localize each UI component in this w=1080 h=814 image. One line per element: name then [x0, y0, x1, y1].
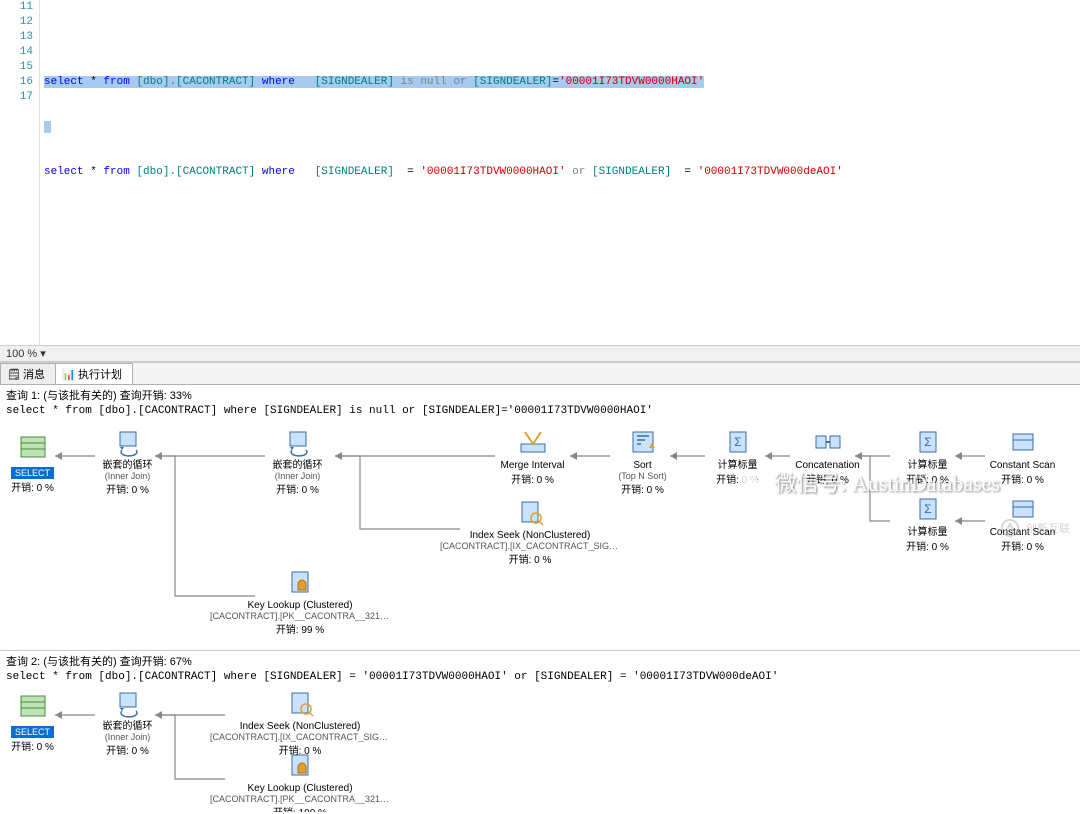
loop-icon	[112, 687, 144, 719]
key-lookup-icon	[284, 749, 316, 781]
watermark-icon	[1000, 518, 1020, 538]
plan-node-nested-loops-1[interactable]: 嵌套的循环(Inner Join)开销: 0 %	[80, 426, 175, 496]
plan-node-nested-loops-2[interactable]: 嵌套的循环(Inner Join)开销: 0 %	[250, 426, 345, 496]
compute-icon	[912, 426, 944, 458]
concat-icon	[812, 426, 844, 458]
sql-editor-pane: 11 12 13 14 15 16 17 select * from [dbo]…	[0, 0, 1080, 363]
sort-icon	[627, 426, 659, 458]
tab-execution-plan[interactable]: 📊执行计划	[55, 363, 133, 384]
wechat-icon	[739, 468, 767, 496]
results-tabs: 🗒消息 📊执行计划	[0, 363, 1080, 385]
plan-node-sort[interactable]: Sort(Top N Sort)开销: 0 %	[595, 426, 690, 496]
tab-messages[interactable]: 🗒消息	[0, 363, 56, 384]
plan-node-compute-scalar-3[interactable]: 计算标量开销: 0 %	[880, 493, 975, 553]
messages-icon: 🗒	[7, 368, 19, 380]
plan-node-index-seek[interactable]: Index Seek (NonClustered)[CACONTRACT].[I…	[440, 496, 620, 566]
wechat-overlay: 微信号: AustinDatabases	[739, 466, 1000, 498]
query1-sql: select * from [dbo].[CACONTRACT] where […	[0, 405, 1080, 421]
plan-node-index-seek-q2[interactable]: Index Seek (NonClustered)[CACONTRACT].[I…	[210, 687, 390, 757]
line-gutter: 11 12 13 14 15 16 17	[0, 0, 40, 345]
zoom-indicator[interactable]: 100 % ▾	[0, 345, 1080, 362]
key-lookup-icon	[284, 566, 316, 598]
table-icon	[17, 690, 49, 722]
query2-plan[interactable]: SELECT开销: 0 % 嵌套的循环(Inner Join)开销: 0 % I…	[0, 687, 1080, 812]
query2-header: 查询 2: (与该批有关的) 查询开销: 67%	[0, 651, 1080, 671]
query2-sql: select * from [dbo].[CACONTRACT] where […	[0, 671, 1080, 687]
plan-node-merge-interval[interactable]: Merge Interval开销: 0 %	[485, 426, 580, 486]
compute-icon	[722, 426, 754, 458]
index-seek-icon	[284, 687, 316, 719]
plan-node-key-lookup[interactable]: Key Lookup (Clustered)[CACONTRACT].[PK__…	[210, 566, 390, 636]
plan-icon: 📊	[62, 368, 74, 380]
plan-node-select[interactable]: SELECT 开销: 0 %	[5, 431, 60, 494]
const-scan-icon	[1007, 426, 1039, 458]
query1-header: 查询 1: (与该批有关的) 查询开销: 33%	[0, 385, 1080, 405]
plan-node-key-lookup-q2[interactable]: Key Lookup (Clustered)[CACONTRACT].[PK__…	[210, 749, 390, 812]
loop-icon	[112, 426, 144, 458]
merge-icon	[517, 426, 549, 458]
code-area[interactable]: 11 12 13 14 15 16 17 select * from [dbo]…	[0, 0, 1080, 345]
code-text[interactable]: select * from [dbo].[CACONTRACT] where […	[40, 0, 1080, 345]
table-icon	[17, 431, 49, 463]
plan-node-nested-loops-q2[interactable]: 嵌套的循环(Inner Join)开销: 0 %	[80, 687, 175, 757]
index-seek-icon	[514, 496, 546, 528]
loop-icon	[282, 426, 314, 458]
query1-plan[interactable]: SELECT 开销: 0 % 嵌套的循环(Inner Join)开销: 0 % …	[0, 421, 1080, 651]
plan-node-select-2[interactable]: SELECT开销: 0 %	[5, 690, 60, 753]
execution-plan-pane[interactable]: 查询 1: (与该批有关的) 查询开销: 33% select * from […	[0, 385, 1080, 812]
watermark: 创新互联	[1000, 518, 1070, 538]
